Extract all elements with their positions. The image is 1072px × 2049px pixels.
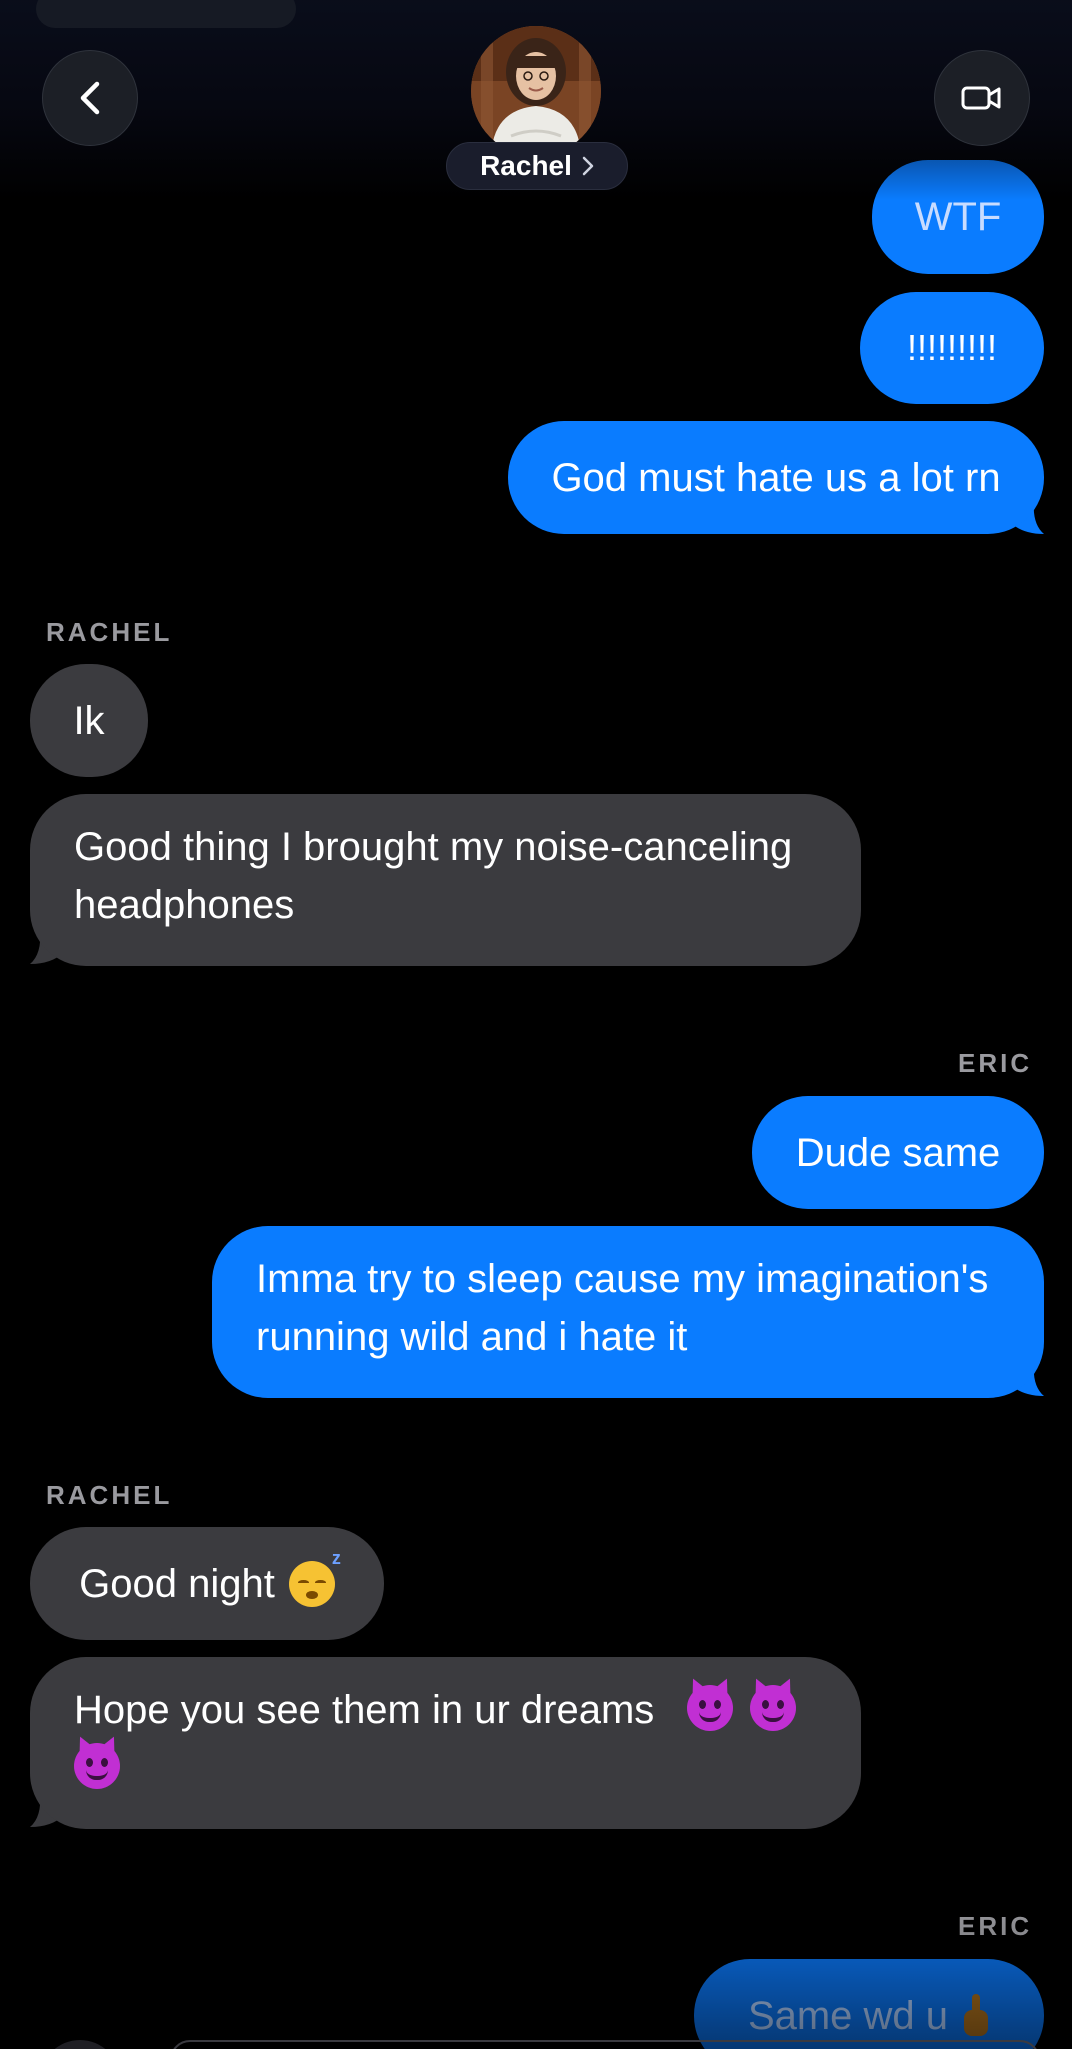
message-bubble-outgoing[interactable]: God must hate us a lot rn: [508, 421, 1044, 534]
message-text: Same wd u: [747, 1993, 949, 2038]
middle-finger-emoji: [962, 1993, 990, 2038]
message-text-line: Good thing I brought my noise-canceling: [74, 825, 793, 869]
messages-screen: Rachel WTF !!!!!!!!! God must hate us a …: [0, 0, 1072, 2049]
smiling-devil-emoji: [74, 1743, 120, 1789]
chevron-left-icon: [80, 81, 100, 115]
message-bubble-incoming[interactable]: Good night z: [30, 1527, 384, 1640]
message-text: WTF: [914, 195, 1002, 239]
message-text: !!!!!!!!!: [906, 327, 998, 368]
message-text-line: running wild and i hate it: [256, 1315, 688, 1359]
message-bubble-incoming[interactable]: Ik: [30, 664, 148, 777]
video-call-button[interactable]: [934, 50, 1030, 146]
message-text: Dude same: [795, 1130, 1001, 1175]
message-text-line: Hope you see them in ur dreams: [74, 1681, 817, 1739]
message-bubble-outgoing[interactable]: Same wd u: [694, 1959, 1044, 2049]
message-text-line: [74, 1739, 817, 1797]
sender-label: RACHEL: [46, 1480, 173, 1510]
chevron-right-icon: [582, 156, 594, 176]
video-camera-icon: [961, 86, 1001, 110]
message-bubble-outgoing[interactable]: Imma try to sleep cause my imagination's…: [212, 1226, 1044, 1398]
contact-avatar[interactable]: [471, 26, 601, 156]
sleeping-face-emoji: z: [288, 1549, 341, 1607]
avatar-photo: [471, 26, 601, 156]
scrolled-pill-remnant: [36, 0, 296, 28]
sender-label: RACHEL: [46, 617, 173, 647]
smiling-devil-emoji: [749, 1685, 796, 1731]
message-bubble-outgoing[interactable]: Dude same: [752, 1096, 1044, 1209]
contact-name: Rachel: [480, 150, 572, 181]
message-text: Hope you see them in ur dreams: [74, 1688, 655, 1732]
smiling-devil-emoji: [686, 1685, 733, 1731]
message-bubble-incoming[interactable]: Hope you see them in ur dreams: [30, 1657, 861, 1829]
sender-label: ERIC: [958, 1911, 1033, 1941]
sender-label: ERIC: [958, 1048, 1033, 1078]
message-input[interactable]: [170, 2040, 1040, 2049]
message-text-line: Imma try to sleep cause my imagination's: [256, 1257, 989, 1301]
message-text: God must hate us a lot rn: [551, 455, 1001, 500]
message-bubble-incoming[interactable]: Good thing I brought my noise-canceling …: [30, 794, 861, 966]
contact-name-pill[interactable]: Rachel: [446, 142, 628, 190]
message-text: Ik: [73, 698, 105, 743]
message-bubble-outgoing[interactable]: !!!!!!!!!: [860, 292, 1044, 404]
message-bubble-outgoing[interactable]: WTF: [872, 160, 1044, 274]
camera-button[interactable]: [40, 2040, 120, 2049]
message-text-line: headphones: [74, 883, 295, 927]
message-text: Good night: [79, 1561, 275, 1606]
back-button[interactable]: [42, 50, 138, 146]
